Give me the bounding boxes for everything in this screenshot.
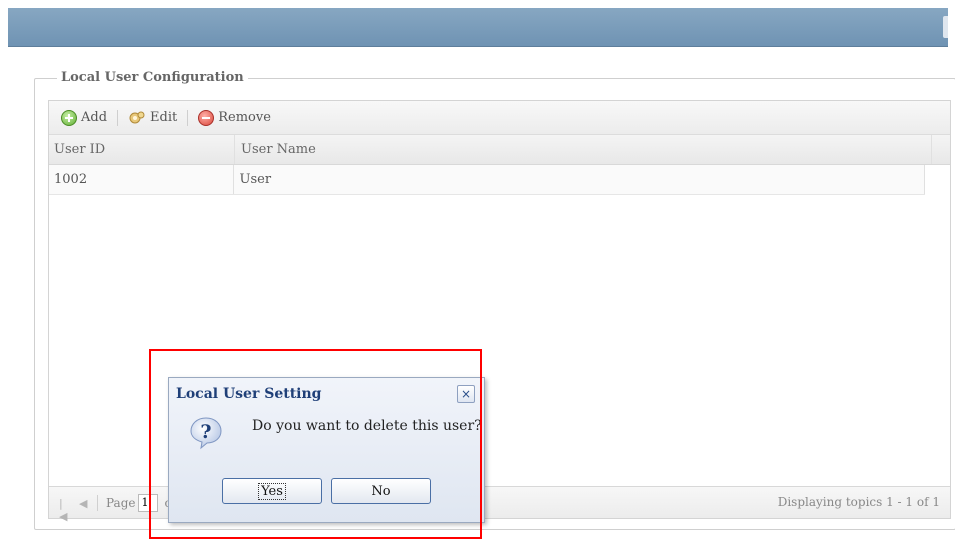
first-page-icon[interactable]: |◀ xyxy=(59,497,69,523)
no-button-label: No xyxy=(371,483,391,499)
header-bar-handle xyxy=(943,16,948,38)
grid-header: User ID User Name xyxy=(49,135,950,165)
header-bar xyxy=(8,8,948,47)
cell-user-id: 1002 xyxy=(49,165,234,194)
edit-button-label: Edit xyxy=(150,110,178,125)
no-button[interactable]: No xyxy=(331,478,431,504)
page-label: Page xyxy=(106,495,136,510)
page-number-input[interactable] xyxy=(138,493,159,512)
add-icon xyxy=(61,109,77,126)
remove-button-label: Remove xyxy=(218,110,271,125)
svg-text:?: ? xyxy=(200,421,211,443)
edit-button[interactable]: Edit xyxy=(124,110,181,126)
cell-user-name: User xyxy=(234,165,925,194)
add-button[interactable]: Add xyxy=(57,109,111,126)
close-icon[interactable]: × xyxy=(457,385,475,403)
table-row[interactable]: 1002 User xyxy=(49,165,925,195)
column-header-user-id[interactable]: User ID xyxy=(49,135,235,164)
yes-button-label: Yes xyxy=(258,482,286,500)
remove-button[interactable]: Remove xyxy=(194,109,275,126)
add-button-label: Add xyxy=(81,110,108,125)
column-header-user-name[interactable]: User Name xyxy=(235,135,932,164)
remove-icon xyxy=(198,109,215,126)
yes-button[interactable]: Yes xyxy=(222,478,322,504)
edit-icon xyxy=(128,110,146,126)
toolbar-separator xyxy=(117,109,119,126)
confirm-delete-dialog: Local User Setting × ? Do you want to de… xyxy=(168,377,485,523)
question-icon: ? xyxy=(189,416,223,450)
panel-title: Local User Configuration xyxy=(57,70,248,85)
prev-page-icon[interactable]: ◀ xyxy=(79,497,89,510)
grid-toolbar: Add Edit Remove xyxy=(49,101,950,135)
pager-separator xyxy=(97,494,98,511)
dialog-title: Local User Setting xyxy=(176,386,322,402)
dialog-message: Do you want to delete this user? xyxy=(252,418,482,434)
display-count-text: Displaying topics 1 - 1 of 1 xyxy=(777,495,940,509)
toolbar-separator xyxy=(187,109,189,126)
